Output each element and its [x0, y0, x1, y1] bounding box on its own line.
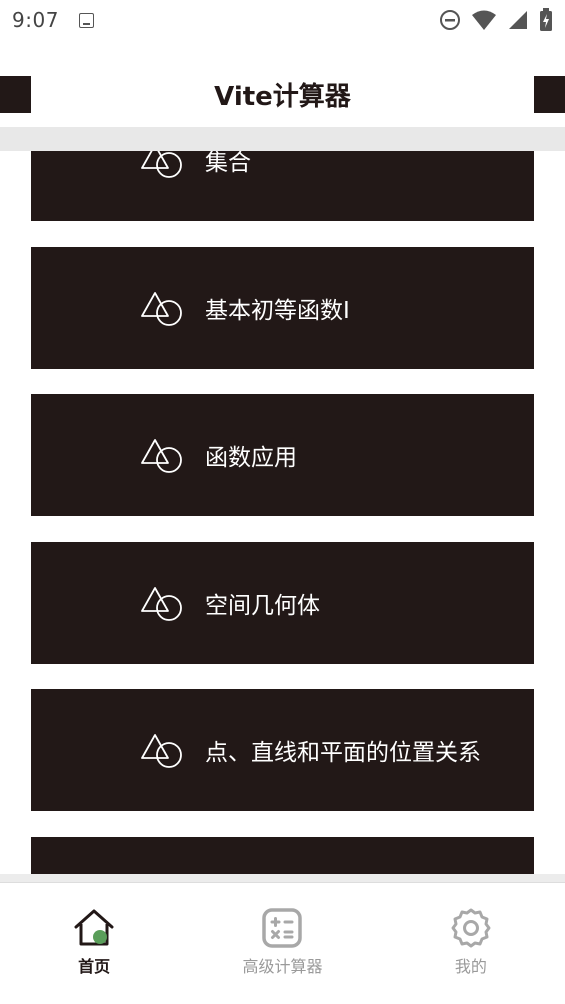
triangle-circle-icon	[141, 151, 182, 178]
topic-card-elementary-functions[interactable]: 基本初等函数Ⅰ	[31, 247, 534, 369]
page-title: Vite计算器	[214, 81, 351, 112]
nav-label-home: 首页	[78, 957, 111, 976]
topic-card-point-line-plane[interactable]: 点、直线和平面的位置关系	[31, 689, 534, 811]
topic-card-label: 点、直线和平面的位置关系	[205, 740, 481, 766]
triangle-circle-icon	[141, 439, 182, 473]
header-divider	[0, 127, 565, 151]
triangle-circle-icon	[141, 292, 182, 326]
topic-list[interactable]: 集合 基本初等函数Ⅰ 函数应用 空间几何体 点、直线和平面的位置关系	[0, 151, 565, 874]
topic-card-solid-geometry[interactable]: 空间几何体	[31, 542, 534, 664]
topic-card-label: 空间几何体	[205, 593, 320, 619]
topic-card-partial[interactable]	[31, 837, 534, 874]
gear-icon	[451, 908, 491, 948]
status-icons	[439, 8, 553, 32]
status-time: 9:07	[12, 8, 59, 32]
home-icon	[74, 909, 114, 946]
triangle-circle-icon	[141, 587, 182, 621]
topic-card-sets[interactable]: 集合	[31, 151, 534, 221]
triangle-circle-icon	[141, 734, 182, 768]
app-screen: 9:07 Vite计算器 集合 基本初等函数Ⅰ 函数应用 空间几何体 点、直线和…	[0, 0, 565, 1004]
nav-item-profile[interactable]: 我的	[377, 883, 565, 1004]
topic-card-label: 集合	[205, 151, 251, 176]
notification-a-icon	[78, 12, 94, 28]
topic-card-function-applications[interactable]: 函数应用	[31, 394, 534, 516]
topic-card-label: 基本初等函数Ⅰ	[205, 298, 350, 324]
topic-card-label: 函数应用	[205, 445, 297, 471]
cell-signal-icon	[509, 11, 527, 29]
app-header: Vite计算器	[0, 72, 565, 116]
bottom-nav: 首页 高级计算器 我的	[0, 882, 565, 1004]
header-left-block[interactable]	[0, 76, 31, 113]
battery-icon	[540, 8, 552, 31]
status-bar: 9:07	[0, 0, 565, 40]
nav-item-advanced-calculator[interactable]: 高级计算器	[188, 883, 376, 1004]
do-not-disturb-icon	[440, 10, 460, 30]
nav-item-home[interactable]: 首页	[0, 883, 188, 1004]
wifi-icon	[472, 10, 496, 30]
calculator-icon	[262, 908, 303, 948]
header-right-block[interactable]	[534, 76, 565, 113]
list-bottom-divider	[0, 874, 565, 882]
nav-label-profile: 我的	[454, 957, 487, 976]
nav-label-advanced-calculator: 高级计算器	[242, 957, 323, 976]
